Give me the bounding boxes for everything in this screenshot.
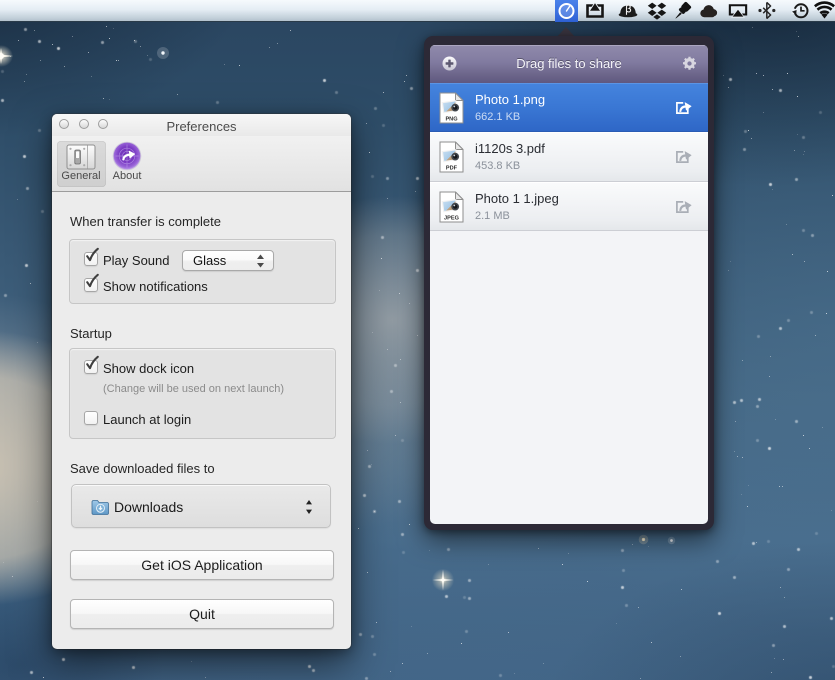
svg-text:JPEG: JPEG: [444, 215, 459, 221]
svg-text:PNG: PNG: [445, 116, 457, 122]
svg-text:PDF: PDF: [446, 166, 458, 172]
